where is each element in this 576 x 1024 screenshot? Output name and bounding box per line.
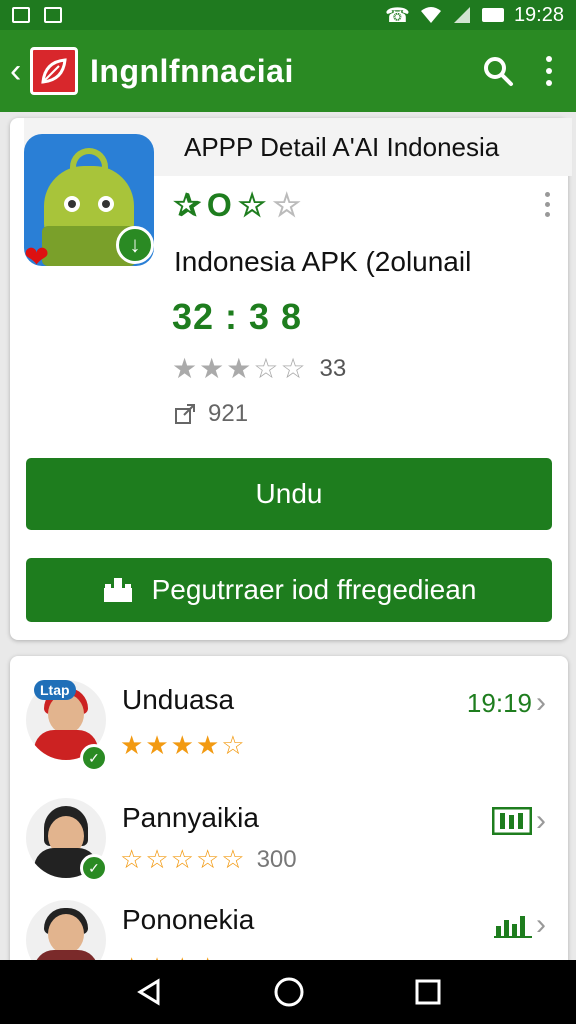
- back-icon[interactable]: ‹: [10, 52, 28, 91]
- app-detail-card: APPP Detail A'AI Indonesia ↓ ❤ ✰ O ☆ ☆ I…: [10, 118, 572, 640]
- review-name: Unduasa: [122, 684, 235, 715]
- signal-bars-icon: [494, 916, 532, 938]
- image-notification-icon: [12, 7, 30, 23]
- chevron-right-icon[interactable]: ›: [536, 908, 546, 942]
- heart-icon: ❤: [24, 241, 50, 274]
- secondary-button-label: Pegutrraer iod ffregediean: [151, 574, 477, 605]
- hand-icon: [103, 578, 132, 602]
- status-bar: ☎ 19:28: [0, 0, 576, 30]
- share-icon[interactable]: [174, 403, 196, 425]
- review-stars: ★ ★ ★ ★ ☆: [120, 730, 245, 761]
- list-item[interactable]: ✓ Pannyaikia ☆ ☆ ☆ ☆ ☆ 300 ›: [10, 792, 568, 892]
- reviews-card: Ltap ✓ Unduasa ★ ★ ★ ★ ☆ 19:19 › ✓ Pannyaiki…: [10, 656, 568, 976]
- back-nav-icon[interactable]: [134, 977, 164, 1007]
- review-action: ›: [494, 908, 546, 942]
- share-row: 921: [174, 400, 248, 428]
- overflow-menu-icon[interactable]: [546, 56, 552, 86]
- review-count: 300: [256, 845, 297, 873]
- review-action: ›: [492, 804, 546, 838]
- review-time: 19:19 ›: [467, 686, 546, 720]
- download-button[interactable]: Undu: [26, 458, 552, 530]
- system-nav-bar: [0, 960, 576, 1024]
- star-filled-icon: ✰: [174, 187, 201, 223]
- share-count: 921: [208, 400, 249, 427]
- star-icon: ★: [170, 730, 194, 760]
- vibrate-icon: ☎: [385, 4, 410, 27]
- verified-icon: ✓: [80, 854, 108, 882]
- rating-count: 33: [319, 354, 347, 382]
- recents-nav-icon[interactable]: [414, 978, 442, 1006]
- star-half-icon: ☆: [253, 353, 279, 384]
- star-icon: ★: [199, 353, 225, 384]
- app-score: 32 : 3 8: [172, 296, 303, 337]
- verified-icon: ✓: [80, 744, 108, 772]
- star-outline-icon: ☆: [221, 844, 245, 874]
- star-outline-icon: ☆: [221, 730, 245, 760]
- leaf-icon: [41, 58, 67, 84]
- chevron-right-icon[interactable]: ›: [536, 804, 546, 838]
- gallery-notification-icon: [44, 7, 62, 23]
- gray-rating: ★ ★ ★ ☆ ☆ 33: [172, 352, 346, 385]
- star-outline-icon: ☆: [120, 844, 144, 874]
- star-outline-icon: ☆: [237, 187, 267, 223]
- star-outline-icon: ☆: [145, 844, 169, 874]
- status-time: 19:28: [513, 3, 564, 26]
- download-button-label: Undu: [255, 478, 323, 509]
- search-icon[interactable]: [482, 55, 514, 87]
- app-logo: [30, 47, 78, 95]
- star-icon: ★: [195, 730, 220, 760]
- signal-icon: [453, 7, 470, 23]
- star-outline-icon: ☆: [195, 844, 220, 874]
- secondary-action-button[interactable]: Pegutrraer iod ffregediean: [26, 558, 552, 622]
- app-bar-title: Ingnlfnnaciai: [90, 52, 294, 89]
- star-outline-icon: ☆: [170, 844, 194, 874]
- star-icon: ★: [226, 353, 252, 384]
- star-icon: ★: [145, 730, 169, 760]
- app-bar: ‹ Ingnlfnnaciai: [0, 30, 576, 112]
- home-nav-icon[interactable]: [273, 976, 305, 1008]
- app-name: Indonesia APK (2olunail: [174, 246, 472, 277]
- star-icon: ★: [172, 353, 198, 384]
- chevron-right-icon[interactable]: ›: [536, 686, 546, 720]
- review-time-text: 19:19: [466, 687, 532, 718]
- top-rating-stars: ✰ O ☆ ☆: [174, 186, 301, 224]
- wifi-icon: [420, 7, 441, 23]
- tap-label: Ltap: [34, 680, 76, 700]
- card-overflow-icon[interactable]: [545, 192, 550, 217]
- review-name: Pannyaikia: [122, 802, 259, 833]
- circle-icon: O: [206, 186, 232, 223]
- battery-icon: [481, 8, 504, 22]
- star-outline-icon: ☆: [280, 353, 306, 384]
- review-name: Pononekia: [122, 904, 255, 935]
- bar-chart-icon: [492, 807, 532, 835]
- star-empty-icon: ☆: [272, 187, 302, 223]
- download-badge-icon: ↓: [116, 226, 154, 264]
- list-item[interactable]: Ltap ✓ Unduasa ★ ★ ★ ★ ☆ 19:19 ›: [10, 674, 568, 774]
- review-stars: ☆ ☆ ☆ ☆ ☆ 300: [120, 844, 297, 875]
- star-icon: ★: [120, 730, 144, 760]
